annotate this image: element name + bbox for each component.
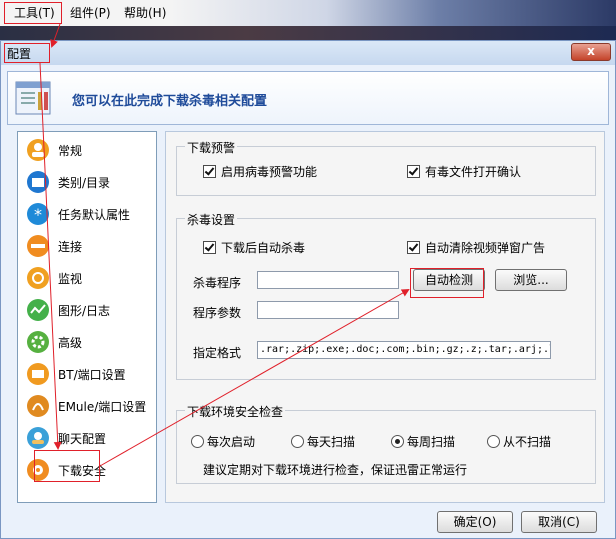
annotation-arrows — [39, 23, 410, 467]
